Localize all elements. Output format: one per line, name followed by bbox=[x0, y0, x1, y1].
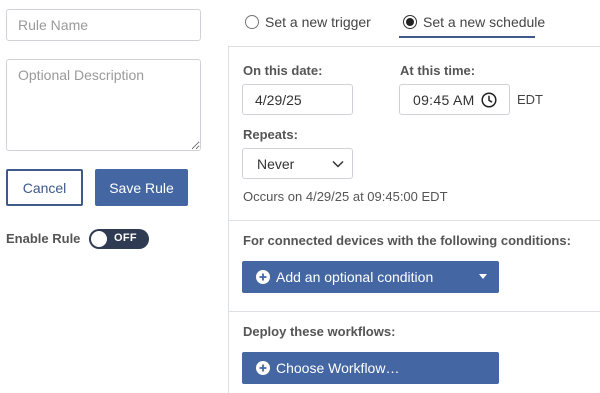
radio-set-trigger[interactable]: Set a new trigger bbox=[245, 14, 371, 30]
cancel-button[interactable]: Cancel bbox=[6, 169, 83, 206]
enable-rule-label: Enable Rule bbox=[6, 231, 81, 246]
add-condition-button[interactable]: Add an optional condition bbox=[242, 261, 499, 293]
choose-workflow-button[interactable]: Choose Workflow… bbox=[242, 352, 499, 384]
section-divider bbox=[228, 311, 600, 312]
date-input[interactable] bbox=[242, 84, 353, 115]
rule-name-input[interactable] bbox=[6, 9, 201, 41]
time-input[interactable]: 09:45 AM bbox=[399, 84, 510, 115]
radio-unchecked-icon bbox=[245, 15, 259, 29]
occurs-summary: Occurs on 4/29/25 at 09:45:00 EDT bbox=[243, 189, 448, 204]
enable-rule-toggle[interactable]: OFF bbox=[89, 229, 149, 249]
active-tab-underline bbox=[399, 36, 535, 38]
time-value: 09:45 AM bbox=[413, 91, 475, 108]
repeats-select[interactable]: Never bbox=[242, 148, 353, 179]
toggle-knob bbox=[91, 231, 107, 247]
workflows-heading: Deploy these workflows: bbox=[243, 324, 396, 339]
conditions-heading: For connected devices with the following… bbox=[243, 233, 571, 248]
radio-trigger-label: Set a new trigger bbox=[265, 14, 371, 30]
repeats-value: Never bbox=[257, 155, 295, 172]
caret-down-icon bbox=[479, 274, 487, 279]
rule-description-input[interactable] bbox=[6, 59, 201, 151]
add-condition-label: Add an optional condition bbox=[276, 269, 434, 285]
save-rule-button[interactable]: Save Rule bbox=[95, 169, 188, 206]
date-label: On this date: bbox=[243, 63, 323, 78]
repeats-label: Repeats: bbox=[243, 127, 298, 142]
toggle-state-text: OFF bbox=[114, 232, 137, 244]
time-label: At this time: bbox=[400, 63, 476, 78]
chevron-down-icon bbox=[332, 160, 344, 168]
section-divider bbox=[228, 220, 600, 221]
radio-schedule-label: Set a new schedule bbox=[423, 14, 546, 30]
plus-circle-icon bbox=[256, 361, 270, 375]
choose-workflow-label: Choose Workflow… bbox=[276, 360, 400, 376]
plus-circle-icon bbox=[256, 270, 270, 284]
timezone-label: EDT bbox=[517, 92, 543, 107]
radio-checked-icon bbox=[403, 15, 417, 29]
clock-icon[interactable] bbox=[481, 92, 497, 108]
radio-set-schedule[interactable]: Set a new schedule bbox=[403, 14, 545, 30]
